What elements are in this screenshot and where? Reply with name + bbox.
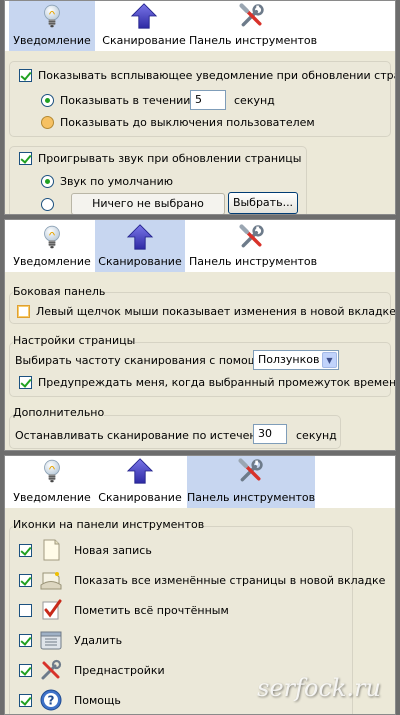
toolbar-icon-checkbox[interactable] [19,543,32,557]
frequency-select-value: Ползунков [258,353,320,366]
play-sound-checkbox[interactable] [19,152,32,165]
svg-text:?: ? [48,694,55,708]
show-for-label: Показывать в течении [60,94,191,107]
additional-group-legend: Дополнительно [13,406,105,419]
show-popup-checkbox[interactable] [19,69,32,82]
tab-toolbar-label: Панель инструментов [187,491,316,504]
show-until-label: Показывать до выключения пользователем [60,116,315,129]
toolbar-icon-label: Пометить всё прочтённым [74,603,229,617]
toolbar-icon-option[interactable]: ? Помощь [19,689,121,711]
default-sound-label: Звук по умолчанию [60,175,174,188]
light-bulb-icon [42,224,62,250]
tab-scanning[interactable]: Сканирование [95,220,185,272]
frequency-select[interactable]: Ползунков ▼ [253,350,339,370]
toolbar-icon-option[interactable]: Преднастройки [19,659,165,681]
tab-scanning-label: Сканирование [98,255,182,268]
new-note-icon [40,539,62,561]
show-for-seconds-input[interactable]: 5 [190,90,226,110]
tab-toolbar-label: Панель инструментов [189,255,318,268]
toolbar-icon-option[interactable]: Удалить [19,629,122,651]
warn-label: Предупреждать меня, когда выбранный пром… [38,376,396,389]
frequency-label: Выбирать частоту сканирования с помощью [15,354,274,367]
tab-notification[interactable]: Уведомление [9,456,95,508]
toolbar-icons-group-legend: Иконки на панели инструментов [13,518,205,531]
default-sound-radio[interactable] [41,175,54,188]
stop-after-input[interactable]: 30 [253,424,287,444]
toolbar-icon-checkbox[interactable] [19,573,32,587]
toolbar-icon-option[interactable]: Пометить всё прочтённым [19,599,229,621]
toolbar-icon-label: Удалить [74,633,123,647]
show-changed-pages-icon [40,569,62,591]
notification-settings-panel: Уведомление Сканирование Панель инструме… [4,0,396,215]
show-until-row[interactable]: Показывать до выключения пользователем [41,116,315,129]
light-bulb-icon [42,458,62,484]
choose-sound-button[interactable]: Выбрать... [228,192,298,214]
up-arrow-icon [126,458,154,484]
tab-bar: Уведомление Сканирование Панель инструме… [5,1,395,51]
tools-icon [238,3,266,29]
mark-all-read-icon [40,599,62,621]
site-watermark: serfock.ru [257,674,381,702]
default-sound-row[interactable]: Звук по умолчанию [41,175,173,188]
delete-icon [40,629,62,651]
toolbar-icon-label: Новая запись [74,543,152,557]
tab-toolbar[interactable]: Панель инструментов [187,456,315,508]
show-until-radio[interactable] [41,116,54,129]
toolbar-icon-label: Преднастройки [74,663,165,677]
tab-notification-label: Уведомление [13,34,91,47]
tab-toolbar-label: Панель инструментов [189,34,318,47]
toolbar-icon-checkbox[interactable] [19,603,32,617]
tab-notification-label: Уведомление [13,491,91,504]
show-for-radio[interactable] [41,94,54,107]
tab-scanning[interactable]: Сканирование [95,456,185,508]
up-arrow-icon [126,224,154,250]
toolbar-settings-panel: Уведомление Сканирование Панель инструме… [4,455,396,715]
stop-after-seconds-label: секунд [296,429,337,442]
tab-bar: Уведомление Сканирование Панель инструме… [5,220,395,272]
presets-icon [40,659,62,681]
toolbar-icon-option[interactable]: Новая запись [19,539,152,561]
toolbar-icon-option[interactable]: Показать все изменённые страницы в новой… [19,569,385,591]
up-arrow-icon [130,3,158,29]
custom-sound-row[interactable] [41,198,54,211]
toolbar-icon-checkbox[interactable] [19,633,32,647]
tab-notification[interactable]: Уведомление [9,1,95,51]
left-click-row[interactable]: Левый щелчок мыши показывает изменения в… [17,305,396,318]
left-click-label: Левый щелчок мыши показывает изменения в… [36,305,396,318]
help-icon: ? [40,689,62,711]
toolbar-icon-label: Помощь [74,693,121,707]
toolbar-icon-checkbox[interactable] [19,693,32,707]
chevron-down-icon: ▼ [322,352,337,368]
tools-icon [238,224,266,250]
warn-checkbox[interactable] [19,376,32,389]
left-click-checkbox[interactable] [17,305,30,318]
tab-scanning-label: Сканирование [102,34,186,47]
tab-scanning[interactable]: Сканирование [101,1,187,51]
show-popup-label: Показывать всплывающее уведомление при о… [38,69,396,82]
tab-notification[interactable]: Уведомление [9,220,95,272]
tab-bar: Уведомление Сканирование Панель инструме… [5,456,395,508]
stop-after-label: Останавливать сканирование по истечению [15,429,274,442]
custom-sound-radio[interactable] [41,198,54,211]
tab-toolbar[interactable]: Панель инструментов [189,220,318,272]
seconds-label: секунд [234,94,275,107]
toolbar-icon-checkbox[interactable] [19,663,32,677]
play-sound-label: Проигрывать звук при обновлении страницы [38,152,302,165]
sidebar-group-legend: Боковая панель [13,285,106,298]
toolbar-icon-label: Показать все изменённые страницы в новой… [74,573,386,587]
show-popup-row[interactable]: Показывать всплывающее уведомление при о… [19,69,396,82]
tab-scanning-label: Сканирование [98,491,182,504]
scanning-settings-panel: Уведомление Сканирование Панель инструме… [4,219,396,451]
light-bulb-icon [42,3,62,29]
tools-icon [237,458,265,484]
tab-toolbar[interactable]: Панель инструментов [189,1,318,51]
page-settings-group-legend: Настройки страницы [13,334,136,347]
custom-sound-display: Ничего не выбрано [71,193,225,214]
play-sound-row[interactable]: Проигрывать звук при обновлении страницы [19,152,301,165]
tab-notification-label: Уведомление [13,255,91,268]
show-for-row[interactable]: Показывать в течении [41,94,190,107]
warn-row[interactable]: Предупреждать меня, когда выбранный пром… [19,376,396,389]
